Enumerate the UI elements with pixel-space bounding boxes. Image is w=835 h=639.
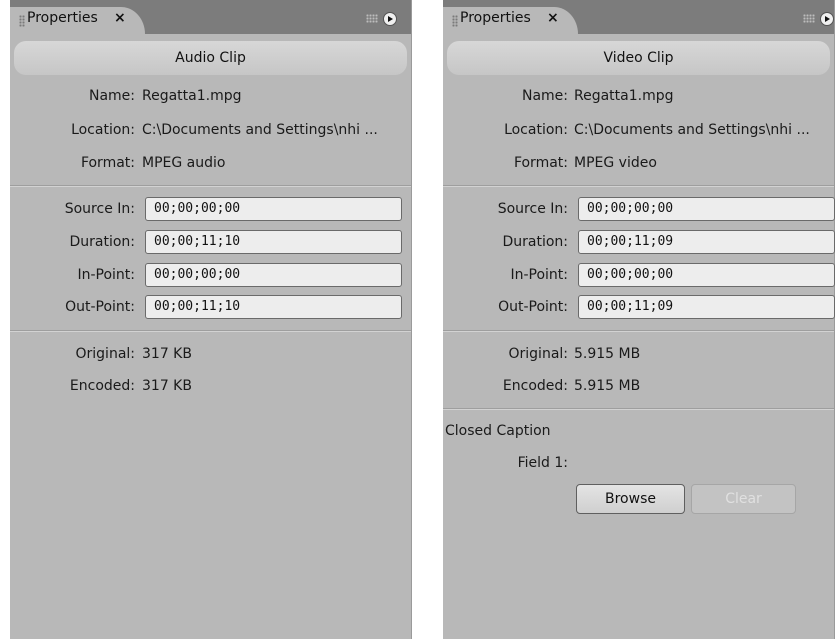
source-in-field[interactable]: 00;00;00;00 [578,197,835,221]
field-1-label: Field 1: [517,455,568,471]
location-label: Location: [71,122,135,138]
format-value: MPEG audio [142,155,226,171]
duration-field[interactable]: 00;00;11;09 [578,230,835,254]
close-icon[interactable]: × [547,10,559,26]
drag-grip-icon[interactable] [452,15,458,27]
panel-titlebar: Properties × [443,0,834,34]
panel-menu-icon[interactable] [383,12,397,26]
location-value: C:\Documents and Settings\nhi ... [142,122,378,138]
clip-type-header: Video Clip [447,41,830,75]
closed-caption-heading: Closed Caption [445,423,551,439]
browse-button[interactable]: Browse [576,484,685,514]
in-point-field[interactable]: 00;00;00;00 [578,263,835,287]
panel-menu-icon[interactable] [820,12,834,26]
panel-grip-icon [366,14,378,23]
drag-grip-icon[interactable] [19,15,25,27]
original-size-value: 5.915 MB [574,346,641,362]
location-label: Location: [504,122,568,138]
encoded-size-label: Encoded: [69,378,135,394]
out-point-label: Out-Point: [498,299,568,315]
tab-title: Properties [27,10,98,26]
source-in-field[interactable]: 00;00;00;00 [145,197,402,221]
panel-titlebar: Properties × [10,0,411,34]
tab-title: Properties [460,10,531,26]
panel-grip-icon [803,14,815,23]
duration-label: Duration: [502,234,568,250]
properties-tab[interactable]: Properties × [443,7,578,34]
original-size-label: Original: [75,346,136,362]
format-label: Format: [80,155,135,171]
properties-tab[interactable]: Properties × [10,7,145,34]
name-value: Regatta1.mpg [142,88,242,104]
divider [443,408,834,410]
clear-button[interactable]: Clear [691,484,796,514]
name-label: Name: [88,88,135,104]
encoded-size-label: Encoded: [502,378,568,394]
out-point-label: Out-Point: [65,299,135,315]
name-label: Name: [521,88,568,104]
encoded-size-value: 317 KB [142,378,192,394]
out-point-field[interactable]: 00;00;11;10 [145,295,402,319]
properties-panel-audio: Properties × Audio Clip Name: Regatta1.m… [10,0,412,639]
source-in-label: Source In: [64,201,135,217]
original-size-value: 317 KB [142,346,192,362]
encoded-size-value: 5.915 MB [574,378,641,394]
properties-panel-video: Properties × Video Clip Name: Regatta1.m… [443,0,835,639]
close-icon[interactable]: × [114,10,126,26]
source-in-label: Source In: [497,201,568,217]
location-value: C:\Documents and Settings\nhi ... [574,122,810,138]
name-value: Regatta1.mpg [574,88,674,104]
in-point-field[interactable]: 00;00;00;00 [145,263,402,287]
divider [443,185,834,187]
duration-field[interactable]: 00;00;11;10 [145,230,402,254]
divider [10,185,411,187]
original-size-label: Original: [508,346,569,362]
divider [10,330,411,332]
in-point-label: In-Point: [77,267,135,283]
out-point-field[interactable]: 00;00;11;09 [578,295,835,319]
duration-label: Duration: [69,234,135,250]
divider [443,330,834,332]
format-value: MPEG video [574,155,657,171]
in-point-label: In-Point: [510,267,568,283]
format-label: Format: [513,155,568,171]
clip-type-header: Audio Clip [14,41,407,75]
